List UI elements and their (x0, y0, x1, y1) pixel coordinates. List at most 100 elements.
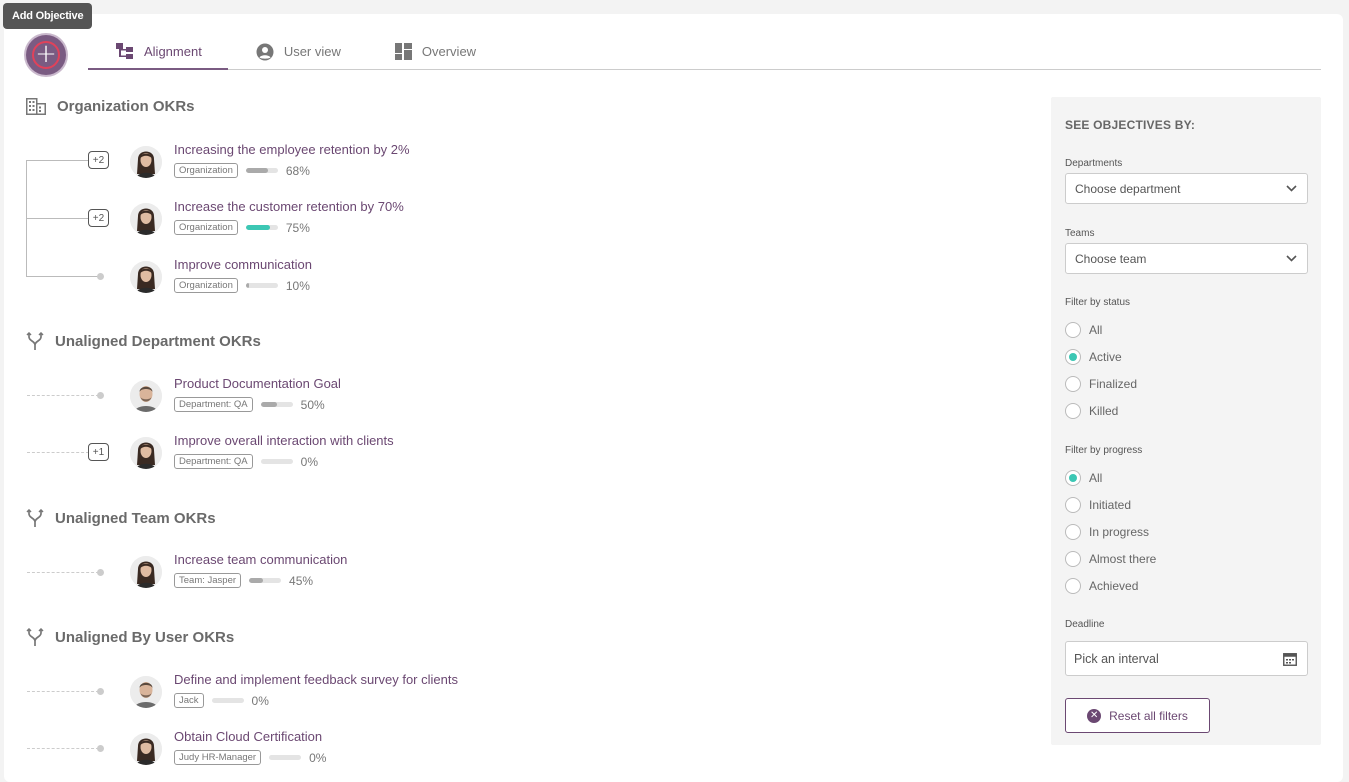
owner-tag: Department: QA (174, 454, 253, 469)
add-objective-button[interactable]: + (26, 35, 66, 75)
progress-bar (245, 283, 278, 288)
objective-title[interactable]: Increase the customer retention by 70% (174, 199, 404, 214)
radio-circle[interactable] (1065, 524, 1081, 540)
radio-label: All (1089, 471, 1103, 485)
chevron-down-icon (1286, 255, 1297, 262)
radio-circle[interactable] (1065, 349, 1081, 365)
progress-percent: 0% (309, 750, 327, 765)
radio-circle[interactable] (1065, 376, 1081, 392)
connector-dash (27, 691, 99, 692)
radio-option[interactable]: Finalized (1065, 376, 1137, 392)
objective-meta: Department: QA 0% (174, 454, 318, 469)
objective-title[interactable]: Increase team communication (174, 552, 347, 567)
progress-bar-fill (249, 578, 264, 583)
hierarchy-icon (116, 43, 133, 59)
radio-label: In progress (1089, 525, 1150, 539)
tree-node-dot (97, 745, 104, 752)
radio-option[interactable]: Achieved (1065, 578, 1138, 594)
section-user-label: Unaligned By User OKRs (55, 629, 235, 646)
add-objective-tooltip: Add Objective (3, 3, 93, 29)
radio-option[interactable]: All (1065, 470, 1102, 486)
chevron-down-icon (1286, 185, 1297, 192)
progress-percent: 0% (251, 693, 269, 708)
objective-title[interactable]: Improve overall interaction with clients (174, 433, 394, 448)
radio-label: Finalized (1089, 377, 1138, 391)
radio-circle[interactable] (1065, 578, 1081, 594)
progress-bar-fill (245, 283, 250, 288)
filters-header: SEE OBJECTIVES BY: (1065, 118, 1196, 132)
progress-bar-fill (245, 168, 268, 173)
section-team-title: Unaligned Team OKRs (26, 509, 216, 528)
section-user-title: Unaligned By User OKRs (26, 628, 234, 647)
departments-select[interactable]: Choose department (1065, 173, 1308, 204)
progress-bar (260, 459, 293, 464)
avatar (130, 261, 162, 293)
avatar (130, 380, 162, 412)
owner-tag: Organization (174, 278, 238, 293)
progress-bar (260, 402, 293, 407)
children-count-badge[interactable]: +1 (88, 443, 109, 461)
connector-dash (27, 395, 99, 396)
dashboard-icon (394, 43, 412, 60)
objective-meta: Jack 0% (174, 693, 269, 708)
add-objective-focus-ring: + (32, 41, 60, 69)
section-dept-title: Unaligned Department OKRs (26, 332, 261, 351)
radio-circle[interactable] (1065, 403, 1081, 419)
teams-select[interactable]: Choose team (1065, 243, 1308, 274)
tab-alignment[interactable]: Alignment (88, 34, 228, 70)
radio-circle[interactable] (1065, 497, 1081, 513)
tree-node-dot (97, 688, 104, 695)
objective-meta: Department: QA 50% (174, 397, 325, 412)
objective-title[interactable]: Product Documentation Goal (174, 376, 341, 391)
avatar (130, 676, 162, 708)
children-count-badge[interactable]: +2 (88, 209, 109, 227)
deadline-label: Deadline (1065, 619, 1105, 630)
radio-circle[interactable] (1065, 322, 1081, 338)
radio-circle[interactable] (1065, 551, 1081, 567)
connector-dash (27, 748, 99, 749)
user-circle-icon (256, 43, 274, 60)
owner-tag: Team: Jasper (174, 573, 242, 588)
radio-option[interactable]: Almost there (1065, 551, 1156, 567)
tab-user-view[interactable]: User view (228, 34, 367, 69)
radio-option[interactable]: All (1065, 322, 1102, 338)
progress-bar (269, 755, 302, 760)
progress-filter-label: Filter by progress (1065, 445, 1143, 456)
owner-tag: Judy HR-Manager (174, 750, 262, 765)
section-dept-label: Unaligned Department OKRs (55, 333, 261, 350)
objective-title[interactable]: Improve communication (174, 257, 312, 272)
tree-connector (26, 160, 88, 161)
objective-title[interactable]: Obtain Cloud Certification (174, 729, 322, 744)
radio-option[interactable]: In progress (1065, 524, 1149, 540)
objective-title[interactable]: Increasing the employee retention by 2% (174, 142, 410, 157)
progress-bar (245, 225, 278, 230)
deadline-picker-value: Pick an interval (1074, 651, 1159, 666)
radio-option[interactable]: Killed (1065, 403, 1118, 419)
avatar (130, 203, 162, 235)
children-count-badge[interactable]: +2 (88, 151, 109, 169)
radio-option[interactable]: Active (1065, 349, 1122, 365)
progress-bar (249, 578, 282, 583)
deadline-picker[interactable]: Pick an interval (1065, 641, 1308, 676)
reset-filters-button[interactable]: ✕ Reset all filters (1065, 698, 1210, 733)
owner-tag: Department: QA (174, 397, 253, 412)
progress-percent: 50% (300, 397, 325, 412)
radio-option[interactable]: Initiated (1065, 497, 1131, 513)
tree-connector (26, 276, 98, 277)
progress-percent: 0% (300, 454, 318, 469)
progress-percent: 68% (285, 163, 310, 178)
radio-label: All (1089, 323, 1103, 337)
objective-meta: Organization 75% (174, 220, 310, 235)
progress-percent: 75% (285, 220, 310, 235)
objective-meta: Organization 10% (174, 278, 310, 293)
radio-label: Achieved (1089, 579, 1139, 593)
radio-circle[interactable] (1065, 470, 1081, 486)
progress-bar (245, 168, 278, 173)
objective-title[interactable]: Define and implement feedback survey for… (174, 672, 458, 687)
progress-bar-fill (260, 402, 277, 407)
tree-node-dot (97, 392, 104, 399)
departments-label: Departments (1065, 158, 1123, 169)
tab-overview[interactable]: Overview (367, 34, 502, 69)
tab-overview-label: Overview (421, 44, 477, 59)
status-filter-label: Filter by status (1065, 297, 1131, 308)
